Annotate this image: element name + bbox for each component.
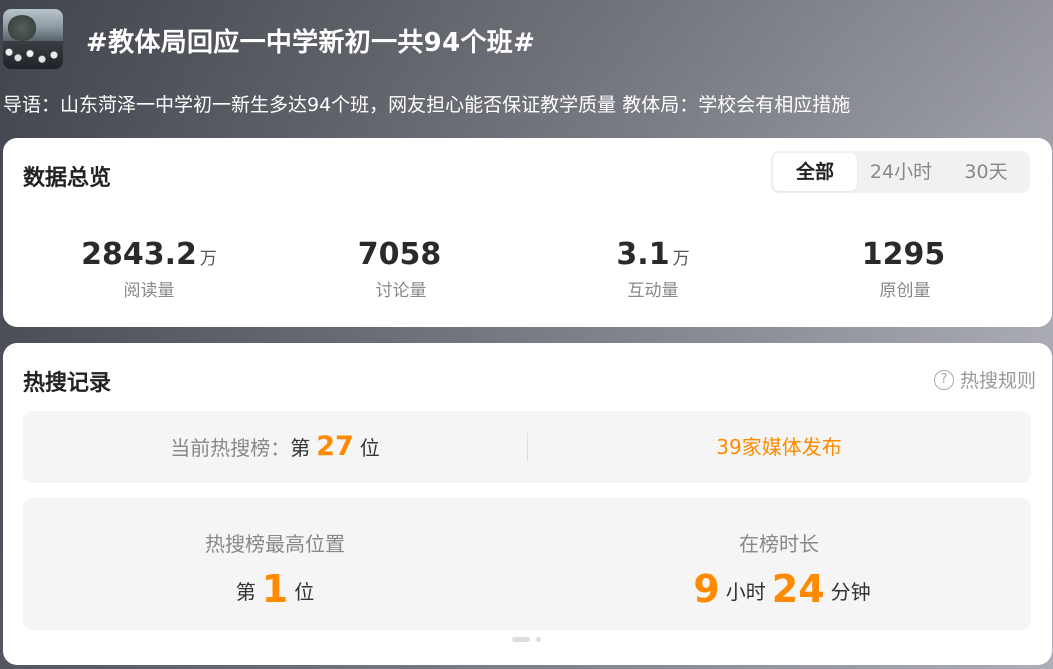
stat-discussions-label: 讨论量	[375, 281, 427, 301]
topic-lead: 导语：山东菏泽一中学初一新生多达94个班，网友担心能否保证教学质量 教体局：学校…	[3, 94, 851, 116]
stat-reads-unit: 万	[199, 249, 217, 269]
stat-originals-label: 原创量	[879, 281, 931, 301]
hot-search-card: 热搜记录 ? 热搜规则 当前热搜榜：第 27 位 39家媒体发布 热搜榜最高位置 第…	[3, 343, 1052, 665]
tab-24h[interactable]: 24小时	[857, 153, 945, 191]
peak-position-value: 1	[261, 567, 289, 611]
carousel-indicator[interactable]	[512, 637, 541, 642]
stat-interactions-value: 3.1	[616, 237, 670, 272]
hot-search-rules-label: 热搜规则	[959, 370, 1036, 392]
duration-hours: 9	[693, 567, 720, 611]
stat-reads: 2843.2 万 阅读量	[24, 236, 274, 301]
peak-position-pre: 第	[235, 580, 256, 604]
current-rank-pre: 第	[290, 436, 311, 460]
current-rank-prefix: 当前热搜榜：	[170, 436, 291, 460]
stat-reads-label: 阅读量	[123, 281, 175, 301]
stat-interactions-label: 互动量	[627, 281, 679, 301]
current-rank-post: 位	[359, 436, 380, 460]
peak-position-post: 位	[294, 580, 315, 604]
thumbnail-crowd	[3, 41, 63, 69]
stat-discussions: 7058 讨论量	[276, 236, 526, 301]
tab-30d[interactable]: 30天	[945, 153, 1027, 191]
current-rank: 当前热搜榜：第 27 位	[23, 411, 527, 483]
peak-position-value-line: 第1位	[23, 566, 527, 612]
current-rank-value: 27	[316, 431, 354, 462]
media-count-link[interactable]: 39家媒体发布	[716, 435, 841, 459]
topic-thumbnail	[3, 9, 63, 69]
peak-position-label: 热搜榜最高位置	[205, 532, 345, 556]
carousel-dot[interactable]	[536, 637, 541, 642]
tab-all[interactable]: 全部	[773, 153, 857, 191]
current-rank-panel: 当前热搜榜：第 27 位 39家媒体发布	[23, 411, 1031, 483]
hot-search-rules-link[interactable]: ? 热搜规则	[933, 366, 1036, 393]
carousel-dot-active[interactable]	[512, 637, 530, 642]
stat-reads-value: 2843.2	[81, 237, 197, 272]
hot-search-title: 热搜记录	[23, 371, 112, 396]
question-icon: ?	[933, 369, 954, 390]
on-list-duration: 在榜时长 9 小时 24 分钟	[527, 498, 1031, 630]
stat-discussions-value: 7058	[357, 237, 442, 272]
duration-minutes: 24	[771, 567, 825, 611]
overview-stats: 2843.2 万 阅读量 7058 讨论量 3.1 万 互动量 1295 原创量	[3, 236, 1052, 306]
duration-minutes-unit: 分钟	[830, 580, 871, 604]
time-range-tabs: 全部 24小时 30天	[771, 151, 1030, 193]
overview-card: 数据总览 全部 24小时 30天 2843.2 万 阅读量 7058 讨论量 3.…	[3, 138, 1052, 327]
topic-header: #教体局回应一中学新初一共94个班# 导语：山东菏泽一中学初一新生多达94个班，…	[0, 0, 1053, 135]
topic-title: #教体局回应一中学新初一共94个班#	[86, 28, 536, 58]
on-list-duration-value-line: 9 小时 24 分钟	[527, 566, 1031, 612]
duration-hours-unit: 小时	[725, 580, 766, 604]
best-rank-panel: 热搜榜最高位置 第1位 在榜时长 9 小时 24 分钟	[23, 498, 1031, 630]
overview-title: 数据总览	[23, 166, 112, 191]
stat-interactions-unit: 万	[672, 249, 690, 269]
peak-position: 热搜榜最高位置 第1位	[23, 498, 527, 630]
media-count[interactable]: 39家媒体发布	[527, 411, 1031, 483]
stat-originals-value: 1295	[861, 237, 946, 272]
stat-originals: 1295 原创量	[780, 236, 1030, 301]
thumbnail-tree	[7, 15, 37, 41]
stat-interactions: 3.1 万 互动量	[528, 236, 778, 301]
on-list-duration-label: 在榜时长	[739, 532, 819, 556]
